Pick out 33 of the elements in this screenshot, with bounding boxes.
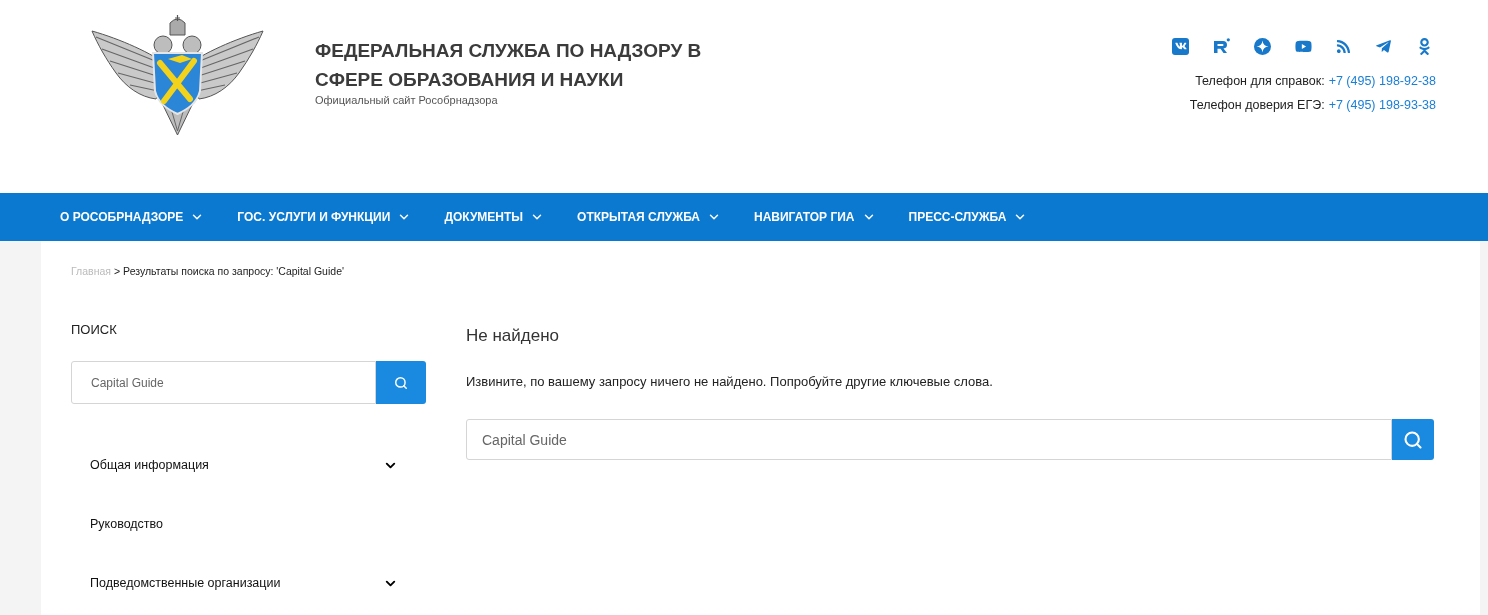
rss-icon[interactable] [1336,38,1351,54]
sidebar-menu-item[interactable]: Подведомственные организации [71,554,426,613]
sidebar-menu-item[interactable]: Руководство [71,495,426,554]
nav-menu-item[interactable]: НАВИГАТОР ГИА [753,208,876,226]
search-field[interactable]: Capital Guide [466,419,1392,460]
search-icon [394,375,408,390]
nav-menu-item[interactable]: ГОС. УСЛУГИ И ФУНКЦИИ [237,208,412,226]
search-button[interactable] [376,361,426,404]
r-mark-icon[interactable] [1213,37,1230,55]
phone-link[interactable]: +7 (495) 198-93-38 [1328,93,1436,117]
star-circle-icon[interactable] [1254,37,1271,55]
sidebar-heading: ПОИСК [71,322,118,338]
search-button[interactable] [1392,419,1434,460]
paper-plane-icon[interactable] [1375,37,1392,55]
nav-menu-item[interactable]: ОТКРЫТАЯ СЛУЖБА [577,208,721,226]
breadcrumb-separator: > [113,264,121,278]
vk-icon[interactable] [1172,37,1189,55]
emblem-logo[interactable] [90,15,265,135]
contact-label: Телефон доверия ЕГЭ: [1189,97,1325,114]
site-title: ФЕДЕРАЛЬНАЯ СЛУЖБА ПО НАДЗОРУ В СФЕРЕ ОБРАЗОВАНИЯ И НАУКИ [315,39,703,92]
person-icon[interactable] [1416,37,1433,55]
contact-label: Телефон для справок: [1195,73,1325,90]
nav-menu-item[interactable]: О РОСОБРНАДЗОРЕ [60,208,205,226]
results-message: Извините, по вашему запросу ничего не найдено. Попробуйте другие ключевые слова. [466,373,994,391]
results-heading: Не найдено [466,325,560,347]
nav-menu-item[interactable]: ПРЕСС-СЛУЖБА [908,208,1028,226]
site-subtitle: Официальный сайт Рособрнадзора [315,94,499,107]
nav-menu-item[interactable]: ДОКУМЕНТЫ [444,208,545,226]
sidebar-menu-item[interactable]: Общая информация [71,436,426,495]
phone-link[interactable]: +7 (495) 198-92-38 [1328,69,1436,93]
search-field[interactable]: Capital Guide [71,361,376,404]
breadcrumb-current: Результаты поиска по запросу: 'Capital Guide' [123,264,344,278]
search-icon [1403,429,1423,450]
